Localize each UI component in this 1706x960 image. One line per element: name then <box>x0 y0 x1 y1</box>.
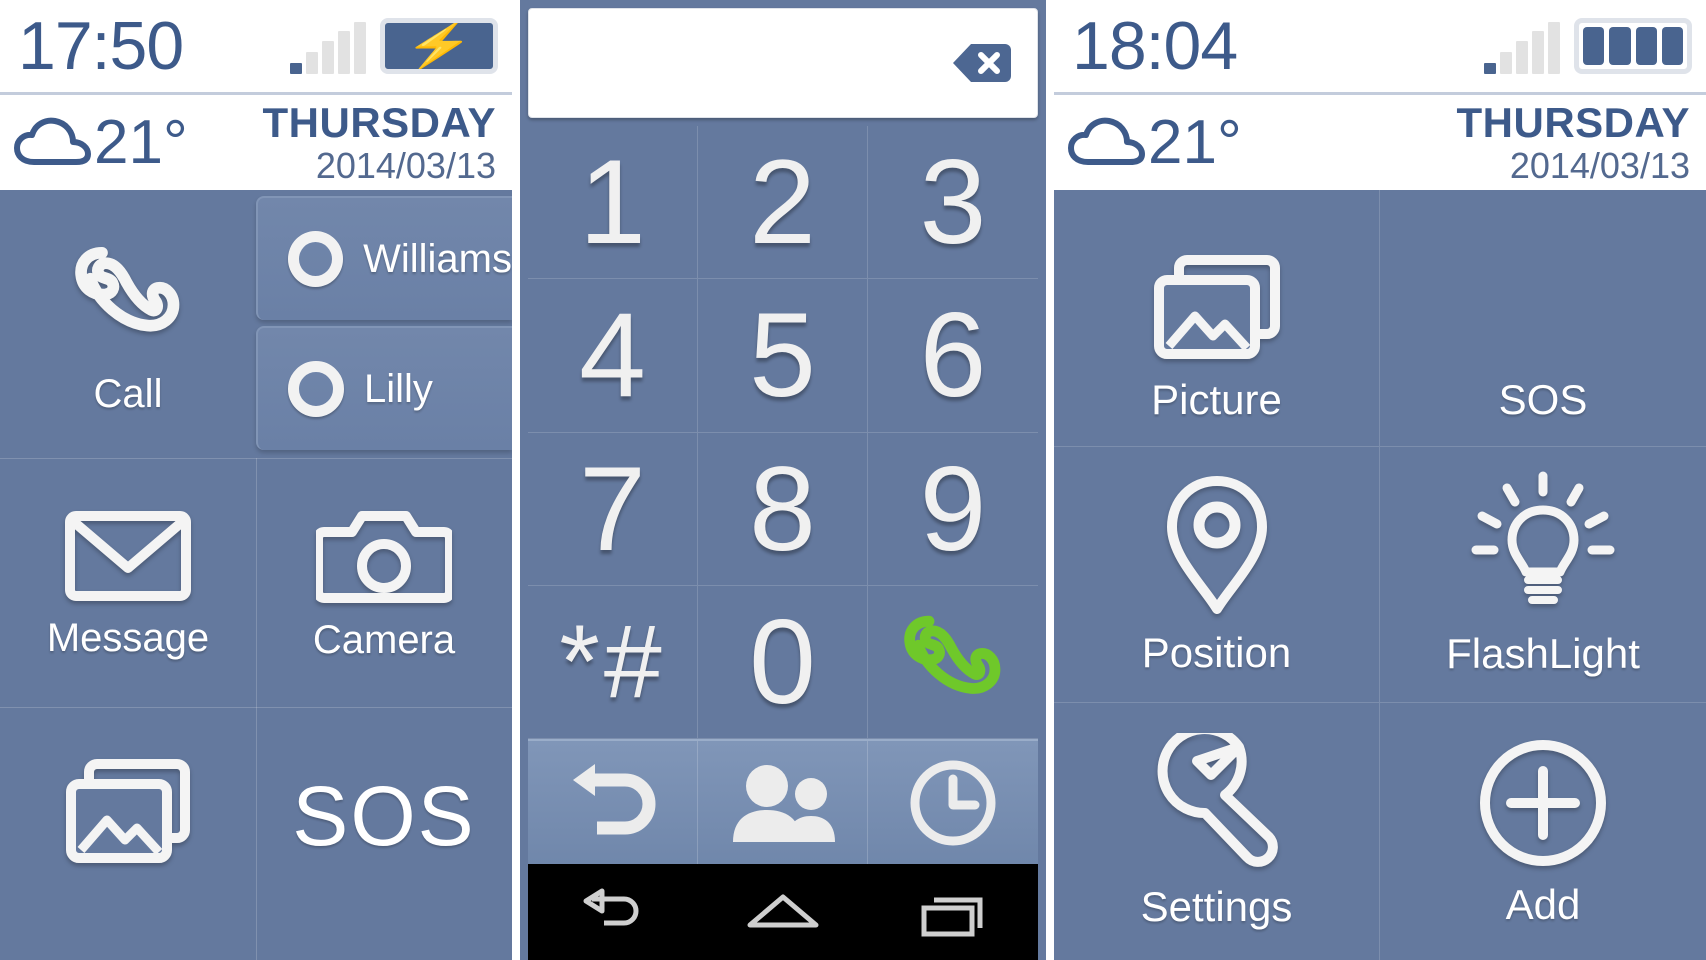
key-call[interactable] <box>868 586 1038 739</box>
home-row-1: Call Williams Lilly <box>0 190 512 459</box>
contacts-people-icon <box>725 760 841 846</box>
tools-weather-bar: 21° THURSDAY 2014/03/13 <box>1054 95 1706 190</box>
status-clock: 18:04 <box>1072 8 1238 84</box>
home-row-3: SOS <box>0 708 512 960</box>
tile-settings[interactable]: Settings <box>1054 703 1380 960</box>
picture-icon <box>1151 254 1283 366</box>
weather-temperature: 21° <box>94 107 188 177</box>
key-5[interactable]: 5 <box>698 279 868 433</box>
lightbulb-icon <box>1468 470 1618 620</box>
backspace-icon[interactable] <box>951 40 1013 86</box>
home-tile-grid: Call Williams Lilly Message Camera SOS <box>0 190 512 960</box>
cloud-icon <box>1068 116 1146 170</box>
wrench-icon <box>1147 732 1287 873</box>
dialer-keypad: 1 2 3 4 5 6 7 8 9 *# 0 <box>528 126 1038 739</box>
android-home-icon[interactable] <box>744 887 822 937</box>
sos-text-icon: SOS <box>292 769 476 863</box>
key-2[interactable]: 2 <box>698 126 868 280</box>
key-3[interactable]: 3 <box>868 126 1038 280</box>
screenshot-stage: 17:50 ⚡ 21° THURSDAY 2014/03/13 Call Wil… <box>0 0 1706 960</box>
signal-bars-icon <box>290 22 366 74</box>
key-0[interactable]: 0 <box>698 585 868 739</box>
contacts-column: Williams Lilly <box>256 190 512 458</box>
panel-divider-2 <box>1046 0 1054 960</box>
tile-camera-label: Camera <box>312 617 456 662</box>
map-pin-icon <box>1158 471 1276 619</box>
weekday-label: THURSDAY <box>1456 98 1690 146</box>
tools-screen-panel: 18:04 21° THURSDAY 2014/03/13 Picture SO… <box>1054 0 1706 960</box>
android-back-icon[interactable] <box>578 887 648 937</box>
key-7[interactable]: 7 <box>528 432 698 586</box>
tile-camera[interactable]: Camera <box>256 458 512 708</box>
dialer-contacts-button[interactable] <box>698 741 868 864</box>
home-status-bar: 17:50 ⚡ <box>0 0 512 95</box>
tile-sos-label: SOS <box>1498 375 1588 423</box>
key-4[interactable]: 4 <box>528 279 698 433</box>
plus-circle-icon <box>1475 735 1611 871</box>
tools-status-bar: 18:04 <box>1054 0 1706 95</box>
tile-position[interactable]: Position <box>1054 446 1380 704</box>
weekday-label: THURSDAY <box>262 98 496 146</box>
tile-add-label: Add <box>1505 880 1581 928</box>
date-label: 2014/03/13 <box>315 144 496 186</box>
status-indicators <box>1484 18 1692 74</box>
tile-flashlight-label: FlashLight <box>1446 630 1640 678</box>
contact-card-williams[interactable]: Williams <box>256 196 512 320</box>
tile-picture[interactable]: Picture <box>1054 190 1380 447</box>
dialer-history-button[interactable] <box>868 741 1038 864</box>
battery-charging-icon: ⚡ <box>380 18 498 74</box>
tile-call-label: Call <box>93 371 163 416</box>
dialer-display-field[interactable] <box>528 8 1038 118</box>
tile-flashlight[interactable]: FlashLight <box>1380 447 1706 704</box>
clock-history-icon <box>907 757 999 849</box>
home-screen-panel: 17:50 ⚡ 21° THURSDAY 2014/03/13 Call Wil… <box>0 0 512 960</box>
key-star-hash[interactable]: *# <box>528 585 698 739</box>
phone-icon <box>63 232 193 362</box>
dialer-tool-bar <box>528 739 1038 864</box>
android-navigation-bar <box>528 864 1038 960</box>
cloud-icon <box>14 116 92 170</box>
contact-name: Lilly <box>364 366 433 411</box>
tile-picture-label: Picture <box>1151 375 1282 423</box>
tile-message-label: Message <box>46 615 210 660</box>
key-9[interactable]: 9 <box>868 433 1038 586</box>
date-block: THURSDAY 2014/03/13 <box>1456 98 1690 186</box>
home-row-2: Message Camera <box>0 458 512 708</box>
contact-name: Williams <box>363 236 512 281</box>
dialer-back-button[interactable] <box>528 741 698 864</box>
camera-icon <box>316 504 452 608</box>
tile-settings-label: Settings <box>1140 882 1293 930</box>
envelope-icon <box>64 506 192 606</box>
key-6[interactable]: 6 <box>868 279 1038 433</box>
tile-add[interactable]: Add <box>1380 703 1706 960</box>
call-phone-icon <box>893 602 1013 722</box>
key-8[interactable]: 8 <box>698 432 868 586</box>
panel-divider <box>512 0 520 960</box>
date-label: 2014/03/13 <box>1509 144 1690 186</box>
undo-arrow-icon <box>561 760 665 846</box>
contact-card-lilly[interactable]: Lilly <box>256 326 512 450</box>
radio-circle-icon <box>288 361 344 417</box>
tile-sos[interactable]: SOS <box>1380 190 1706 447</box>
tile-position-label: Position <box>1141 629 1292 677</box>
tile-call[interactable]: Call <box>0 190 256 458</box>
tile-message[interactable]: Message <box>0 458 256 708</box>
tile-picture[interactable] <box>0 708 256 960</box>
date-block: THURSDAY 2014/03/13 <box>262 98 496 186</box>
status-indicators: ⚡ <box>290 18 498 74</box>
battery-full-icon <box>1574 18 1692 74</box>
dialer-panel: 1 2 3 4 5 6 7 8 9 *# 0 <box>520 0 1046 960</box>
picture-icon <box>63 756 193 866</box>
tile-sos[interactable]: SOS <box>256 708 512 960</box>
android-recents-icon[interactable] <box>918 886 988 938</box>
key-1[interactable]: 1 <box>528 126 698 280</box>
signal-bars-icon <box>1484 22 1560 74</box>
weather-summary: 21° <box>14 107 188 177</box>
weather-summary: 21° <box>1068 107 1242 177</box>
status-clock: 17:50 <box>18 8 184 84</box>
home-weather-bar: 21° THURSDAY 2014/03/13 <box>0 95 512 190</box>
tools-tile-grid: Picture SOS Position FlashLight Settings… <box>1054 190 1706 960</box>
radio-circle-icon <box>288 231 344 287</box>
weather-temperature: 21° <box>1148 107 1242 177</box>
